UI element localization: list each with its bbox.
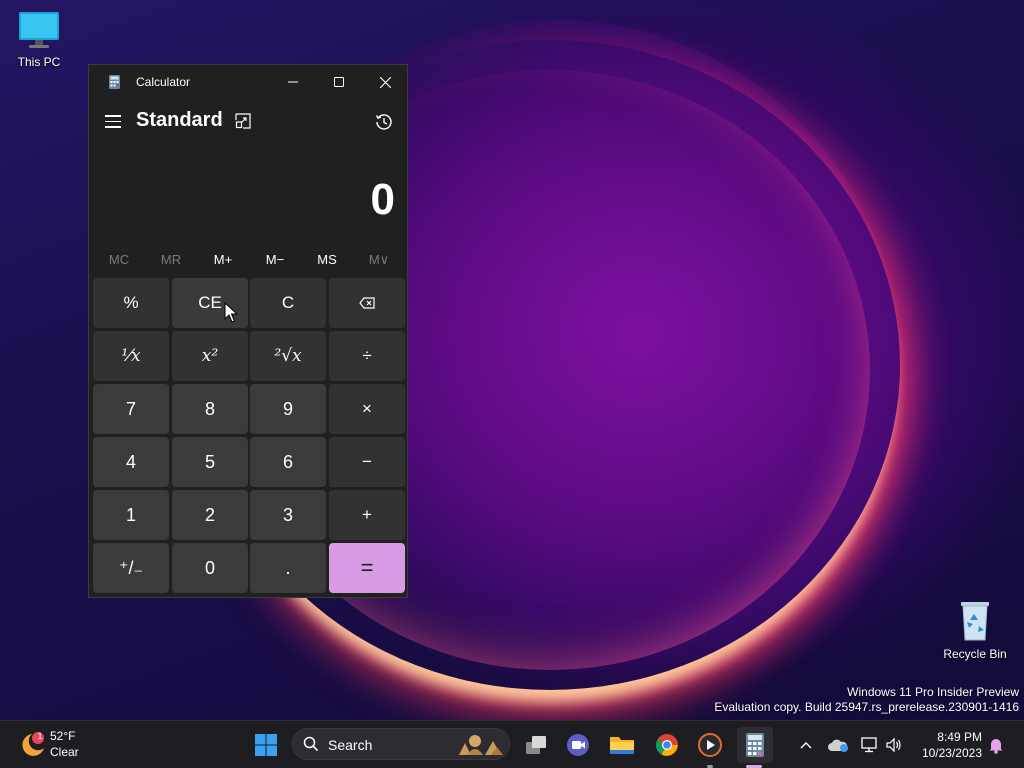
watermark-build: Evaluation copy. Build 25947.rs_prerelea… [714, 700, 1019, 714]
weather-temperature: 52°F [50, 729, 76, 743]
minimize-button[interactable] [270, 65, 316, 99]
bell-icon [989, 739, 1003, 754]
search-icon [303, 736, 319, 752]
window-title: Calculator [136, 75, 191, 89]
maximize-icon [334, 77, 344, 87]
add-button[interactable]: + [329, 490, 405, 540]
minimize-icon [288, 81, 298, 83]
square-root-button[interactable]: ²√x [250, 331, 326, 381]
digit-5-button[interactable]: 5 [172, 437, 248, 487]
watermark-edition: Windows 11 Pro Insider Preview [847, 685, 1019, 699]
this-pc-label: This PC [17, 55, 61, 69]
mouse-cursor-icon [224, 302, 238, 323]
media-player-icon [698, 733, 722, 757]
memory-clear-button[interactable]: MC [93, 245, 145, 275]
backspace-button[interactable] [329, 278, 405, 328]
clear-button[interactable]: C [250, 278, 326, 328]
digit-4-button[interactable]: 4 [93, 437, 169, 487]
navigation-menu-button[interactable] [105, 115, 121, 129]
chevron-up-icon [800, 742, 812, 749]
close-icon [379, 76, 391, 88]
maximize-button[interactable] [316, 65, 362, 99]
show-hidden-icons-button[interactable] [788, 727, 824, 763]
digit-7-button[interactable]: 7 [93, 384, 169, 434]
history-icon[interactable] [375, 113, 393, 131]
clock-time: 8:49 PM [937, 730, 982, 744]
square-label: x² [201, 346, 219, 366]
digit-0-button[interactable]: 0 [172, 543, 248, 593]
chrome-button[interactable] [649, 727, 685, 763]
notifications-button[interactable] [978, 727, 1014, 763]
calculator-icon [746, 733, 764, 757]
mode-title: Standard [136, 109, 223, 131]
task-view-icon [526, 736, 546, 754]
memory-subtract-button[interactable]: M− [249, 245, 301, 275]
reciprocal-button[interactable]: ¹⁄x [93, 331, 169, 381]
search-placeholder: Search [328, 737, 373, 753]
file-explorer-icon [610, 737, 634, 754]
cloud-icon [828, 739, 848, 752]
volume-tray-button[interactable] [876, 727, 912, 763]
start-icon [255, 734, 277, 756]
digit-8-button[interactable]: 8 [172, 384, 248, 434]
percent-button[interactable]: % [93, 278, 169, 328]
calculator-window: Calculator Standard 0 MC MR M+ M− MS M∨ … [88, 64, 408, 598]
memory-row: MC MR M+ M− MS M∨ [93, 245, 405, 275]
equals-button[interactable]: = [329, 543, 405, 593]
square-root-label: ²√x [274, 346, 302, 366]
divide-button[interactable]: ÷ [329, 331, 405, 381]
recycle-bin-icon [961, 602, 989, 641]
evaluation-watermark: Windows 11 Pro Insider Preview Evaluatio… [714, 685, 1019, 715]
desktop-icon-recycle-bin[interactable]: Recycle Bin [940, 598, 1010, 661]
title-bar[interactable]: Calculator [89, 65, 407, 99]
onedrive-tray-button[interactable] [820, 727, 856, 763]
taskbar-search-box[interactable]: Search [292, 728, 510, 760]
calculator-taskbar-button[interactable] [737, 727, 773, 763]
weather-badge: 1 [37, 731, 43, 741]
multiply-button[interactable]: × [329, 384, 405, 434]
square-button[interactable]: x² [172, 331, 248, 381]
chrome-icon [656, 734, 678, 756]
taskbar-clock[interactable]: 8:49 PM 10/23/2023 [910, 729, 982, 761]
result-display: 0 [370, 175, 395, 224]
recycle-bin-label: Recycle Bin [943, 647, 1007, 661]
negate-button[interactable]: ⁺/₋ [93, 543, 169, 593]
subtract-button[interactable]: − [329, 437, 405, 487]
memory-list-button[interactable]: M∨ [353, 245, 405, 275]
memory-recall-button[interactable]: MR [145, 245, 197, 275]
calculator-header: Standard [89, 103, 407, 143]
clock-date: 10/23/2023 [921, 746, 982, 760]
meet-button[interactable] [560, 727, 596, 763]
file-explorer-button[interactable] [604, 727, 640, 763]
reciprocal-label: ¹⁄x [121, 346, 141, 366]
taskbar: 1 52°F Clear Search 8:49 PM 10/23/2023 [0, 720, 1024, 768]
memory-add-button[interactable]: M+ [197, 245, 249, 275]
calculator-app-icon [109, 75, 120, 89]
volume-icon [886, 737, 901, 753]
digit-6-button[interactable]: 6 [250, 437, 326, 487]
weather-condition: Clear [50, 745, 79, 759]
search-highlight-icon [459, 735, 503, 755]
keep-on-top-icon[interactable] [235, 113, 251, 129]
memory-store-button[interactable]: MS [301, 245, 353, 275]
backspace-icon [359, 297, 375, 309]
digit-3-button[interactable]: 3 [250, 490, 326, 540]
decimal-button[interactable]: . [250, 543, 326, 593]
desktop-icon-this-pc[interactable]: This PC [4, 10, 74, 69]
task-view-button[interactable] [518, 727, 554, 763]
meet-icon [567, 734, 589, 756]
close-button[interactable] [362, 65, 408, 99]
digit-2-button[interactable]: 2 [172, 490, 248, 540]
this-pc-icon [19, 12, 59, 48]
start-button[interactable] [248, 727, 284, 763]
media-player-button[interactable] [692, 727, 728, 763]
digit-9-button[interactable]: 9 [250, 384, 326, 434]
digit-1-button[interactable]: 1 [93, 490, 169, 540]
